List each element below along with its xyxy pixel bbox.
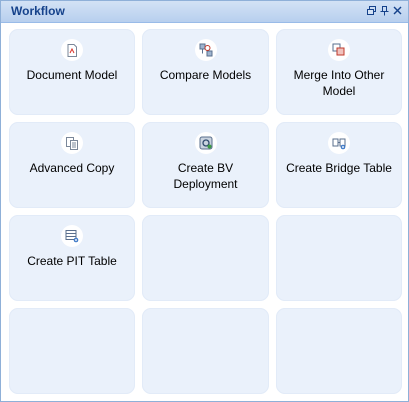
empty-tile — [142, 308, 269, 394]
empty-tile — [142, 215, 269, 301]
empty-tile — [276, 215, 402, 301]
copy-icon — [61, 132, 83, 154]
advanced-copy-tile[interactable]: Advanced Copy — [9, 122, 135, 208]
tile-label: Create BV Deployment — [173, 161, 238, 191]
compare-icon — [194, 39, 217, 61]
panel-title: Workflow — [11, 4, 65, 18]
compare-models-tile[interactable]: Compare Models — [142, 29, 269, 115]
tile-label: Document Model — [26, 68, 118, 82]
tile-label: Advanced Copy — [29, 161, 115, 175]
tile-label: Create PIT Table — [27, 254, 117, 268]
panel-tools — [367, 5, 402, 16]
empty-tile — [276, 308, 402, 394]
tile-label: Compare Models — [159, 68, 252, 82]
create-bv-deployment-tile[interactable]: Create BV Deployment — [142, 122, 269, 208]
document-icon — [61, 39, 83, 61]
pin-icon[interactable] — [380, 5, 389, 16]
restore-window-icon[interactable] — [367, 5, 376, 16]
deployment-icon — [194, 132, 217, 154]
create-bridge-table-tile[interactable]: Create Bridge Table — [276, 122, 402, 208]
tile-label: Create Bridge Table — [286, 161, 392, 175]
tile-label: Merge Into Other Model — [293, 68, 385, 98]
workflow-panel: Workflow Document Model Compare Models M… — [0, 0, 409, 402]
panel-titlebar: Workflow — [1, 1, 408, 23]
create-pit-table-tile[interactable]: Create PIT Table — [9, 215, 135, 301]
merge-icon — [328, 39, 350, 61]
bridge-table-icon — [328, 132, 350, 154]
empty-tile — [9, 308, 135, 394]
merge-into-other-model-tile[interactable]: Merge Into Other Model — [276, 29, 402, 115]
pit-table-icon — [61, 225, 83, 247]
close-icon[interactable] — [393, 5, 402, 16]
document-model-tile[interactable]: Document Model — [9, 29, 135, 115]
workflow-grid: Document Model Compare Models Merge Into… — [9, 29, 403, 395]
